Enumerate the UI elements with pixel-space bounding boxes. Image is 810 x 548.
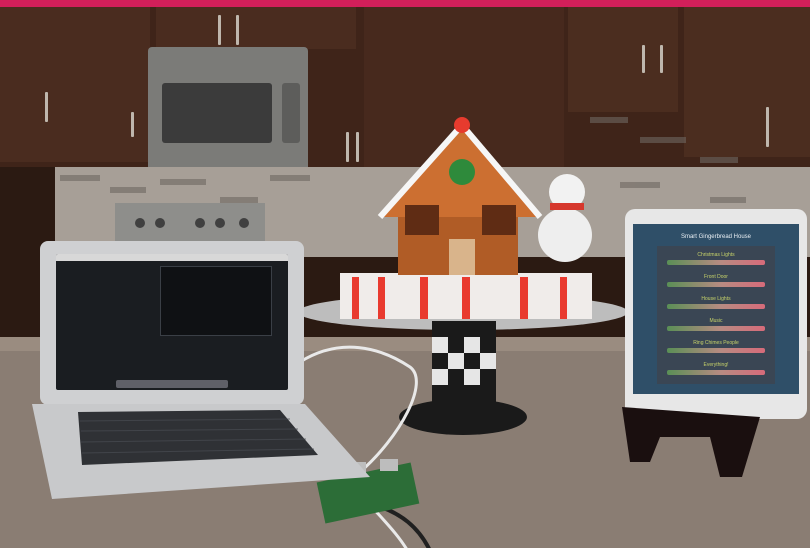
control-slider[interactable]: [667, 304, 765, 309]
control-slider[interactable]: [667, 348, 765, 353]
ipad-control-row-1[interactable]: Christmas Lights: [657, 252, 775, 268]
console-log-window: [160, 266, 272, 336]
ipad-screen: Smart Gingerbread House Christmas Lights…: [633, 224, 799, 394]
ipad-control-row-6[interactable]: Everything!: [657, 362, 775, 378]
ipad-control-row-2[interactable]: Front Door: [657, 274, 775, 290]
laptop-dock: [116, 380, 228, 388]
cabinet-left: [0, 7, 150, 162]
control-slider[interactable]: [667, 282, 765, 287]
ipad-control-row-4[interactable]: Music: [657, 318, 775, 334]
ipad-control-row-3[interactable]: House Lights: [657, 296, 775, 312]
ipad-control-row-5[interactable]: Ring Chimes People: [657, 340, 775, 356]
snowman: [538, 208, 592, 262]
laptop-screen: [56, 254, 288, 390]
laptop-menubar: [56, 254, 288, 261]
control-slider[interactable]: [667, 326, 765, 331]
photo-scene: Smart Gingerbread House Christmas Lights…: [0, 0, 810, 548]
control-slider[interactable]: [667, 260, 765, 265]
ipad-app-title: Smart Gingerbread House: [680, 234, 752, 240]
ipad-control-panel: Christmas Lights Front Door House Lights…: [657, 246, 775, 384]
top-accent-bar: [0, 0, 810, 7]
cake-stand-foot: [399, 399, 527, 435]
control-slider[interactable]: [667, 370, 765, 375]
wreath: [449, 159, 475, 185]
